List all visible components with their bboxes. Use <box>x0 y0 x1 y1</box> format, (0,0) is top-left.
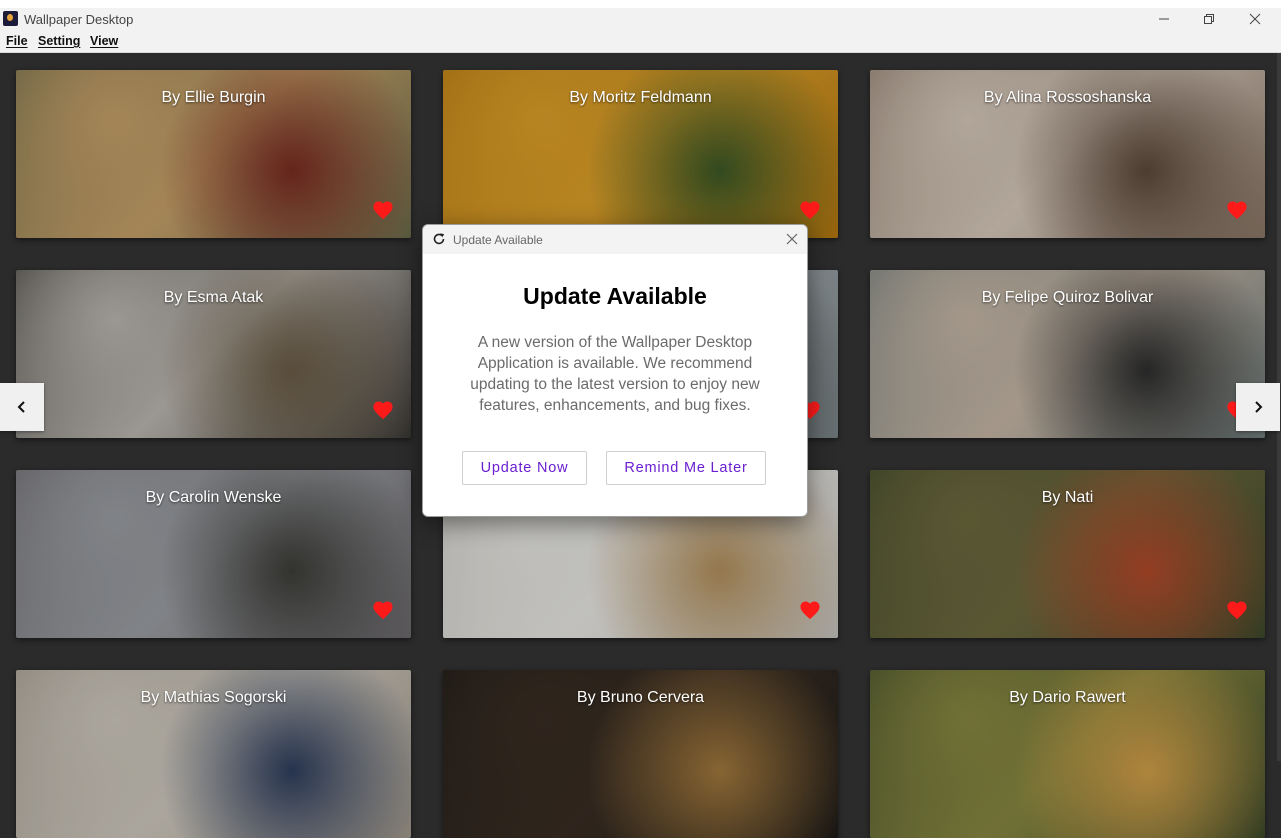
favorite-heart-icon[interactable] <box>372 400 394 420</box>
dialog-heading: Update Available <box>523 283 707 309</box>
wallpaper-card[interactable]: By Alina Rossoshanska <box>870 70 1265 238</box>
dialog-message: A new version of the Wallpaper Desktop A… <box>470 334 760 414</box>
dialog-titlebar: Update Available <box>423 225 807 254</box>
dialog-window-title: Update Available <box>453 233 543 247</box>
menu-view[interactable]: View <box>90 34 118 48</box>
wallpaper-card[interactable]: By Carolin Wenske <box>16 470 411 638</box>
wallpaper-card[interactable]: By Esma Atak <box>16 270 411 438</box>
chevron-left-icon <box>17 401 25 413</box>
wallpaper-card[interactable]: By Mathias Sogorski <box>16 670 411 838</box>
menu-file[interactable]: File <box>6 34 28 48</box>
card-caption: By Alina Rossoshanska <box>983 89 1152 106</box>
card-caption: By Esma Atak <box>163 289 264 306</box>
restore-icon <box>1204 14 1214 24</box>
wallpaper-card[interactable]: By Nati <box>870 470 1265 638</box>
chevron-right-icon <box>1255 401 1263 413</box>
favorite-heart-icon[interactable] <box>1226 200 1248 220</box>
card-caption: By Moritz Feldmann <box>569 89 712 106</box>
update-now-button[interactable]: Update Now <box>462 451 587 485</box>
card-caption: By Ellie Burgin <box>161 89 266 106</box>
window-titlebar: Wallpaper Desktop <box>0 0 1281 32</box>
menu-bar: File Setting View <box>0 32 1281 53</box>
close-icon[interactable] <box>785 232 799 246</box>
window-title: Wallpaper Desktop <box>24 12 134 27</box>
wallpaper-card[interactable]: By Felipe Quiroz Bolivar <box>870 270 1265 438</box>
wallpaper-card[interactable]: By Bruno Cervera <box>443 670 838 838</box>
card-caption: By Carolin Wenske <box>145 489 282 506</box>
favorite-heart-icon[interactable] <box>372 200 394 220</box>
wallpaper-card[interactable]: By Ellie Burgin <box>16 70 411 238</box>
update-dialog: Update Available Update Available A new … <box>422 224 808 517</box>
menu-setting[interactable]: Setting <box>38 34 80 48</box>
card-caption: By Felipe Quiroz Bolivar <box>981 289 1154 306</box>
previous-page-button[interactable] <box>0 383 44 431</box>
minimize-button[interactable] <box>1141 8 1187 30</box>
close-window-button[interactable] <box>1232 8 1278 30</box>
restore-button[interactable] <box>1186 8 1232 30</box>
refresh-icon <box>433 233 445 245</box>
favorite-heart-icon[interactable] <box>799 200 821 220</box>
favorite-heart-icon[interactable] <box>372 600 394 620</box>
card-caption: By Dario Rawert <box>1009 689 1126 706</box>
wallpaper-card[interactable]: By Moritz Feldmann <box>443 70 838 238</box>
next-page-button[interactable] <box>1236 383 1280 431</box>
app-logo-icon <box>3 11 18 26</box>
wallpaper-card[interactable]: By Dario Rawert <box>870 670 1265 838</box>
card-caption: By Bruno Cervera <box>576 689 705 706</box>
close-icon <box>1249 13 1261 25</box>
minimize-icon <box>1159 18 1169 20</box>
card-caption: By Mathias Sogorski <box>140 689 287 706</box>
card-caption: By Nati <box>1041 489 1094 506</box>
remind-later-button[interactable]: Remind Me Later <box>606 451 766 485</box>
favorite-heart-icon[interactable] <box>1226 600 1248 620</box>
favorite-heart-icon[interactable] <box>799 600 821 620</box>
